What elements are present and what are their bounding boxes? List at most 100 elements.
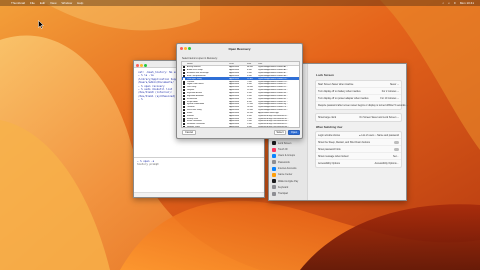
setting-popup[interactable]: For 2 minutes ⌄ xyxy=(382,90,399,93)
cell-kind: Application xyxy=(229,111,239,114)
cell-path: /System/Applications/Utilities/Sc… xyxy=(257,100,289,103)
cell-kind: Application xyxy=(229,77,239,80)
cancel-button[interactable]: Cancel xyxy=(182,130,196,135)
setting-row[interactable]: Show the Sleep, Restart, and Shut Down b… xyxy=(316,139,401,146)
mouse-pointer-icon xyxy=(38,20,44,29)
cell-kind: Application xyxy=(229,97,239,100)
setting-label: Show message when locked xyxy=(318,154,349,158)
cell-name: ColorSync Utility xyxy=(186,77,202,80)
sidebar-item[interactable]: Game Center xyxy=(272,172,292,177)
setting-row[interactable]: Show large clock On Screen Saver and Lock… xyxy=(316,114,401,121)
setting-row[interactable]: Start Screen Saver when inactive Never ⌄ xyxy=(316,81,401,88)
cell-path: /System/Applications/Utilities/Ac… xyxy=(257,66,289,69)
sidebar-item[interactable]: Touch ID xyxy=(272,147,288,152)
app-glyph-icon xyxy=(183,77,186,80)
cell-name: Console xyxy=(186,80,195,83)
menu-window[interactable]: Window xyxy=(61,1,72,5)
close-icon[interactable] xyxy=(136,64,139,67)
notification-icon[interactable]: ≡ xyxy=(454,1,456,5)
sidebar-item[interactable]: Users & Groups xyxy=(272,153,295,158)
open-recovery-dialog[interactable]: Open Recovery Select items to open in Re… xyxy=(176,43,303,139)
cell-path: /System/Applications/Utilities/Au… xyxy=(257,69,289,72)
setting-radio-group[interactable]: ● List of users ○ Name and password xyxy=(359,134,399,137)
cell-name: System Information xyxy=(186,103,205,106)
sidebar-item[interactable]: Keyboard xyxy=(272,185,288,190)
open-button[interactable]: Open xyxy=(288,130,300,135)
setting-popup[interactable]: After 5 seconds ⌄ xyxy=(389,104,408,107)
sidebar-item[interactable]: Trackpad xyxy=(272,191,288,196)
settings-category-icon xyxy=(272,179,276,184)
terminal-lower-pane[interactable]: ~ % open -a history prompt xyxy=(137,160,159,167)
column-header-size[interactable]: Size xyxy=(247,63,258,65)
setting-button[interactable]: Accessibility Options… xyxy=(375,162,399,165)
setting-popup[interactable]: On Screen Saver and Lock Screen ⌄ xyxy=(359,116,399,119)
minimize-icon[interactable] xyxy=(140,64,143,67)
setting-row[interactable]: Require password after screen saver begi… xyxy=(316,102,408,109)
cell-size: 33 MB xyxy=(246,111,253,114)
settings-group-switching: Login window shows ● List of users ○ Name… xyxy=(315,131,402,168)
recovery-items-table[interactable]: Name Kind Size Path Activity Monitor Appl… xyxy=(181,61,300,128)
setting-row[interactable]: Show message when locked Set… xyxy=(316,153,401,160)
sidebar-item[interactable]: Lock Screen xyxy=(272,141,291,146)
sidebar-item[interactable]: Passwords xyxy=(272,160,290,165)
select-button[interactable]: Select xyxy=(274,130,286,135)
menu-edit[interactable]: Edit xyxy=(40,1,45,5)
sidebar-item[interactable]: Internet Accounts xyxy=(272,166,296,171)
cell-path: /System/Applications/Utilities/Sc… xyxy=(257,97,289,100)
setting-row[interactable]: Turn display off on battery when inactiv… xyxy=(316,88,401,95)
menu-app-name[interactable]: Thumbnail xyxy=(11,1,25,5)
cell-kind: Application xyxy=(229,106,239,109)
cell-path: /System/Library/CoreServices/Fi… xyxy=(257,123,289,126)
cell-kind: Application xyxy=(229,123,239,126)
setting-label: Require password after screen saver begi… xyxy=(318,104,389,107)
cell-size: 10 MB xyxy=(246,106,253,109)
setting-row[interactable]: Show password hints xyxy=(316,146,401,153)
setting-row[interactable]: Turn display off on power adapter when i… xyxy=(316,95,401,102)
cell-kind: Application xyxy=(229,83,239,86)
setting-popup[interactable]: Never ⌄ xyxy=(390,83,399,86)
menu-help[interactable]: Help xyxy=(77,1,83,5)
setting-label: Accessibility Options xyxy=(318,162,340,165)
setting-label: Login window shows xyxy=(318,133,340,137)
setting-toggle[interactable] xyxy=(394,140,399,144)
cell-path: /System/Applications/Utilities/Te… xyxy=(257,106,288,109)
cell-path: /System/Library/CoreServices/Ne… xyxy=(257,126,290,128)
cell-path: /System/Applications/Utilities/Vo… xyxy=(257,109,289,112)
setting-row[interactable]: Accessibility Options Accessibility Optio… xyxy=(316,160,401,167)
column-header-name[interactable]: Name xyxy=(187,63,229,65)
cell-path: /System/Library/CoreServices/In… xyxy=(257,114,289,117)
menu-file[interactable]: File xyxy=(30,1,35,5)
cell-kind: Application xyxy=(229,94,239,97)
sidebar-item-label: Touch ID xyxy=(278,148,288,152)
cell-kind: Application xyxy=(229,74,239,77)
cell-kind: Application xyxy=(229,72,239,75)
cell-name: Bluetooth File Exchange xyxy=(186,72,209,75)
column-header-path[interactable]: Path xyxy=(258,63,299,65)
sidebar-item-label: Trackpad xyxy=(278,192,288,196)
terminal-split-divider[interactable] xyxy=(134,157,264,158)
setting-button[interactable]: Set… xyxy=(393,155,399,158)
cell-path: /System/Applications/Utilities/Co… xyxy=(257,80,289,83)
menu-view[interactable]: View xyxy=(50,1,56,5)
clock-text[interactable]: Mon 10:41 xyxy=(460,1,474,5)
control-centre-icon[interactable]: ◐ xyxy=(448,1,450,5)
app-glyph-icon xyxy=(183,66,186,69)
setting-row[interactable]: Login window shows ● List of users ○ Name… xyxy=(316,132,401,139)
app-glyph-icon xyxy=(183,123,186,126)
table-body: Activity Monitor Application 48 MB/System/… xyxy=(182,66,299,128)
cell-size: 1 MB xyxy=(246,123,252,126)
table-row[interactable]: Network Utility Application 3 MB/System/Li… xyxy=(182,126,299,128)
setting-popup[interactable]: For 10 minutes ⌄ xyxy=(380,97,399,100)
sidebar-item[interactable]: Wallet & Apple Pay xyxy=(272,179,298,184)
spotlight-icon[interactable]: ⌕ xyxy=(443,1,445,5)
app-glyph-icon xyxy=(183,103,186,106)
app-glyph-icon xyxy=(183,86,186,89)
cell-name: Network Utility xyxy=(186,126,200,128)
zoom-icon[interactable] xyxy=(144,64,147,67)
app-glyph-icon xyxy=(183,126,186,127)
cell-path: /Applications/Safari.app xyxy=(257,111,279,114)
cell-name: Keychain Access xyxy=(186,92,203,95)
column-header-kind[interactable]: Kind xyxy=(229,63,247,65)
settings-category-icon xyxy=(272,191,276,196)
setting-toggle[interactable] xyxy=(394,147,399,151)
